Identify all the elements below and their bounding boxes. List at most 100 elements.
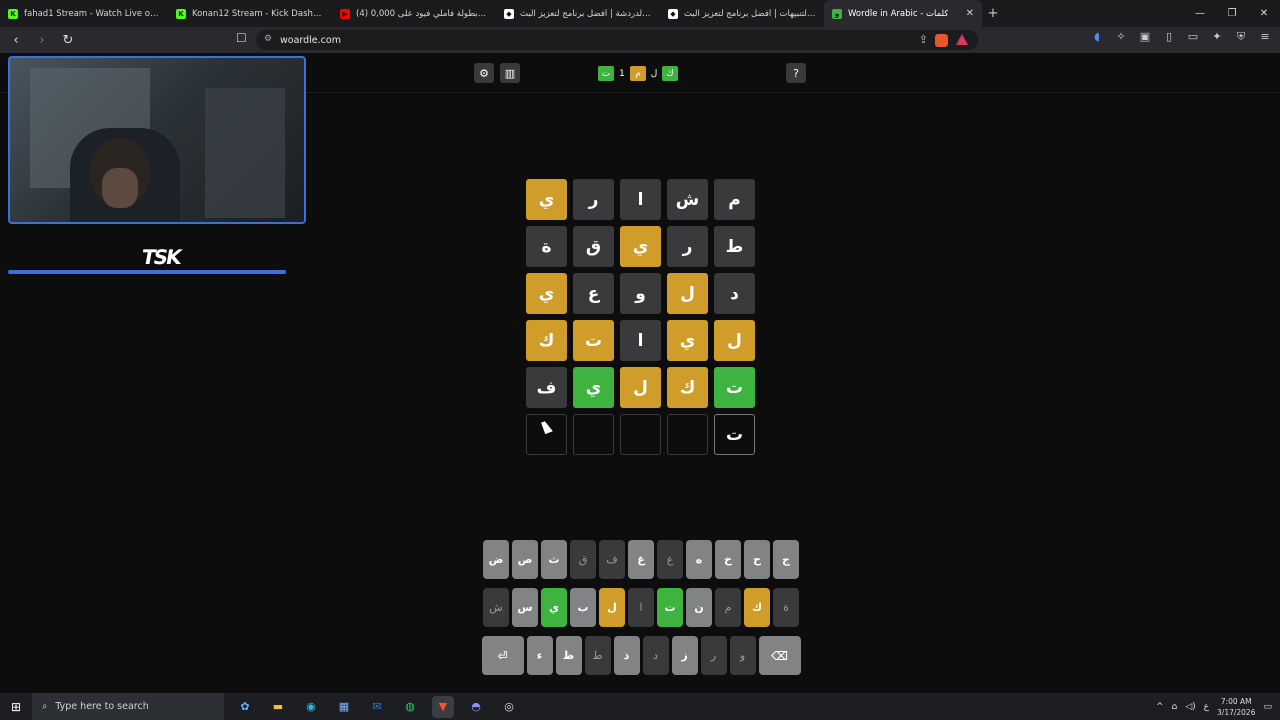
key[interactable]: ة — [773, 588, 799, 627]
key[interactable]: ز — [671, 636, 698, 675]
board-tile: ا — [620, 179, 661, 220]
forward-icon[interactable]: › — [32, 30, 52, 50]
reload-icon[interactable]: ↻ — [58, 30, 78, 50]
minimize-icon[interactable]: — — [1184, 0, 1216, 27]
tab-close-icon[interactable]: ✕ — [966, 8, 974, 19]
key[interactable]: و — [729, 636, 756, 675]
key[interactable]: ه — [686, 540, 712, 579]
taskbar-search[interactable]: ⌕ Type here to search — [32, 693, 224, 720]
backspace-key[interactable]: ⌫ — [758, 636, 801, 675]
on-screen-keyboard: ض ص ث ق ف غ ع ه خ ح ج ش س ي ب ل ا ت ن م ك ة ⏎ ء ظ ط ذ د ز ر و ⌫ — [480, 540, 802, 684]
new-tab-button[interactable]: + — [982, 6, 1004, 21]
key[interactable]: ر — [700, 636, 727, 675]
tab-favicon-icon: ◆ — [668, 8, 678, 19]
volume-icon[interactable]: ◁) — [1185, 702, 1195, 712]
key[interactable]: خ — [715, 540, 741, 579]
edge-icon[interactable]: ◉ — [300, 696, 322, 718]
key[interactable]: ض — [483, 540, 509, 579]
key[interactable]: ظ — [555, 636, 582, 675]
store-icon[interactable]: ▦ — [333, 696, 355, 718]
key[interactable]: د — [642, 636, 669, 675]
url-field[interactable]: ⚙ woardle.com ⇪ — [256, 30, 978, 50]
key[interactable]: ص — [512, 540, 538, 579]
notifications-icon[interactable]: ▭ — [1263, 702, 1272, 712]
outlook-icon[interactable]: ✉ — [366, 696, 388, 718]
address-bar: ‹ › ↻ ⚙ woardle.com ⇪ — [0, 27, 1280, 53]
key[interactable]: ا — [628, 588, 654, 627]
vpn-icon[interactable]: ⛨ — [1234, 30, 1248, 44]
tab-6[interactable]: و Wordle in Arabic - كلمات ✕ — [824, 0, 982, 27]
tab-title: (4) نهائي بطولة فاملي فيود على 0,000 — [356, 8, 488, 19]
key[interactable]: ن — [686, 588, 712, 627]
key[interactable]: ح — [744, 540, 770, 579]
tab-favicon-icon: و — [832, 8, 842, 19]
key[interactable]: ء — [526, 636, 553, 675]
key[interactable]: ع — [657, 540, 683, 579]
stats-icon[interactable]: ▥ — [500, 63, 520, 83]
copilot-icon[interactable]: ✿ — [234, 696, 256, 718]
bookmark-icon[interactable]: ☐ — [236, 31, 247, 45]
file-explorer-icon[interactable]: ▬ — [267, 696, 289, 718]
key[interactable]: ث — [541, 540, 567, 579]
board-tile: ك — [667, 367, 708, 408]
help-icon[interactable]: ? — [786, 63, 806, 83]
keyboard-row: ⏎ ء ظ ط ذ د ز ر و ⌫ — [480, 636, 802, 675]
windows-start-icon[interactable]: ⊞ — [0, 693, 32, 720]
wallet-icon[interactable]: ▭ — [1186, 30, 1200, 44]
brave-icon[interactable]: ▼ — [432, 695, 454, 718]
restore-icon[interactable]: ❐ — [1216, 0, 1248, 27]
url-text: woardle.com — [280, 34, 341, 46]
menu-icon[interactable]: ≡ — [1258, 30, 1272, 44]
extensions-icon[interactable]: ✧ — [1114, 30, 1128, 44]
key[interactable]: ت — [657, 588, 683, 627]
board-tile: ر — [667, 226, 708, 267]
key[interactable]: ج — [773, 540, 799, 579]
chevron-up-icon[interactable]: ^ — [1156, 702, 1164, 712]
board-tile: ف — [526, 367, 567, 408]
board-tile: ة — [526, 226, 567, 267]
board-tile: و — [620, 273, 661, 314]
spotify-icon[interactable]: ◍ — [399, 696, 421, 718]
discord-icon[interactable]: ◓ — [465, 696, 487, 718]
close-icon[interactable]: ✕ — [1248, 0, 1280, 27]
leo-icon[interactable]: ✦ — [1210, 30, 1224, 44]
tab-1[interactable]: Kfahad1 Stream - Watch Live on Kick — [0, 0, 168, 27]
key[interactable]: ذ — [613, 636, 640, 675]
network-icon[interactable]: ⌂ — [1171, 702, 1177, 712]
back-icon[interactable]: ‹ — [6, 30, 26, 50]
language-indicator[interactable]: ع — [1204, 702, 1209, 712]
key[interactable]: ي — [541, 588, 567, 627]
obs-icon[interactable]: ◎ — [498, 696, 520, 718]
brave-shields-icon[interactable] — [935, 34, 948, 47]
tab-favicon-icon: ◆ — [504, 8, 514, 19]
settings-icon[interactable]: ⚙ — [474, 63, 494, 83]
logo-tile: ت — [598, 66, 614, 81]
key[interactable]: م — [715, 588, 741, 627]
clock-date: 3/17/2026 — [1217, 707, 1256, 717]
key[interactable]: ش — [483, 588, 509, 627]
board-tile — [620, 414, 661, 455]
sidebar-icon[interactable]: ▯ — [1162, 30, 1176, 44]
tab-2[interactable]: K Konan12 Stream - Kick Dashboard — [168, 0, 332, 27]
board-tile: ت — [573, 320, 614, 361]
speaker-icon[interactable]: ◖ — [1090, 30, 1104, 44]
search-icon: ⌕ — [42, 701, 48, 712]
key[interactable]: ب — [570, 588, 596, 627]
share-icon[interactable]: ⇪ — [919, 33, 928, 46]
enter-key[interactable]: ⏎ — [481, 636, 524, 675]
key[interactable]: ف — [599, 540, 625, 579]
screenshot-icon[interactable]: ▣ — [1138, 30, 1152, 44]
clock[interactable]: 7:00 AM 3/17/2026 — [1217, 696, 1255, 718]
tab-5[interactable]: ◆ التنبيهات | أفضل برنامج لتعزيز البث... — [660, 0, 824, 27]
tab-4[interactable]: ◆ بوت الدردشة | أفضل برنامج لتعزيز البث..… — [496, 0, 660, 27]
key[interactable]: ل — [599, 588, 625, 627]
brave-rewards-icon[interactable] — [956, 34, 968, 45]
key[interactable]: ك — [744, 588, 770, 627]
key[interactable]: س — [512, 588, 538, 627]
tab-3[interactable]: ▶ (4) نهائي بطولة فاملي فيود على 0,000 — [332, 0, 496, 27]
key[interactable]: غ — [628, 540, 654, 579]
logo-tile: ل — [650, 68, 658, 79]
site-info-icon[interactable]: ⚙ — [264, 34, 272, 44]
key[interactable]: ط — [584, 636, 611, 675]
key[interactable]: ق — [570, 540, 596, 579]
